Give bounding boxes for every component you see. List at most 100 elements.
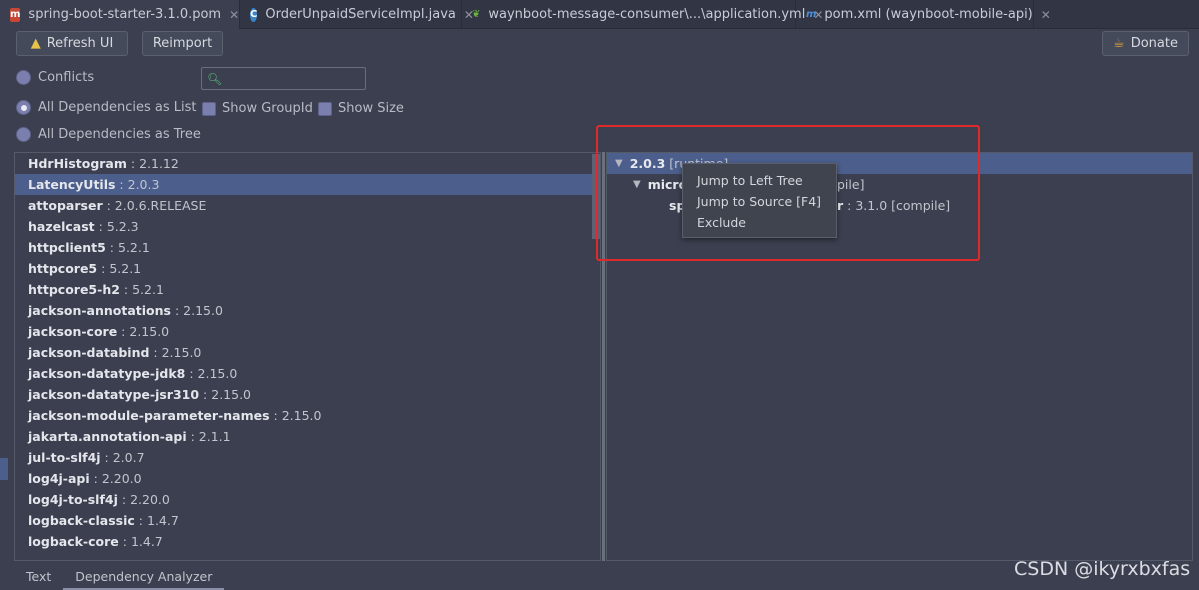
list-radio[interactable] [16,100,31,115]
separator: : [170,303,184,318]
dependency-row[interactable]: jackson-annotations : 2.15.0 [15,300,600,321]
list-option[interactable]: All Dependencies as List [16,100,197,115]
dependency-version: 2.15.0 [129,324,170,339]
dependency-version: 5.2.1 [132,282,164,297]
tree-option[interactable]: All Dependencies as Tree [16,127,201,142]
dependency-name: logback-classic [28,513,135,528]
dependency-version: 5.2.3 [106,219,139,234]
dependency-version: 2.0.6.RELEASE [114,198,207,213]
tab-label: pom.xml (waynboot-mobile-api) [824,7,1033,22]
dependency-row[interactable]: jackson-databind : 2.15.0 [15,342,600,363]
separator: : [117,324,130,339]
conflicts-label: Conflicts [38,70,95,85]
dependency-row[interactable]: jackson-datatype-jdk8 : 2.15.0 [15,363,600,384]
tab-text[interactable]: Text [14,566,63,590]
list-label: All Dependencies as List [38,100,197,115]
tab-spring-boot-starter-pom[interactable]: m spring-boot-starter-3.1.0.pom ✕ [0,0,240,29]
donate-button[interactable]: ☕ Donate [1102,31,1189,56]
separator: : [199,387,212,402]
separator: : [118,534,131,549]
separator: : [185,366,198,381]
dependency-name: HdrHistogram [28,156,127,171]
separator: : [269,408,282,423]
dependency-name: log4j-api [28,471,90,486]
search-icon: 🔍︎ [207,71,223,86]
dependency-version: 2.20.0 [130,492,170,507]
dependency-row[interactable]: httpcore5-h2 : 5.2.1 [15,279,600,300]
dependency-version: 2.0.3 [127,177,160,192]
dependency-version: 2.15.0 [183,303,223,318]
editor-tab-bar: m spring-boot-starter-3.1.0.pom ✕ C Orde… [0,0,1199,29]
separator: : [100,450,113,465]
dependency-name: jackson-annotations [28,303,171,318]
dependency-name: jakarta.annotation-api [28,429,187,444]
warning-icon: ▲ [30,36,41,51]
dependency-name: jackson-datatype-jsr310 [28,387,200,402]
tab-label: spring-boot-starter-3.1.0.pom [28,7,222,22]
tab-order-unpaid-service[interactable]: C OrderUnpaidServiceImpl.java ✕ [240,0,474,29]
dependency-name: logback-core [28,534,119,549]
show-size-checkbox[interactable] [318,101,332,116]
dependency-row[interactable]: jackson-module-parameter-names : 2.15.0 [15,405,600,426]
tab-label: OrderUnpaidServiceImpl.java [265,7,456,22]
separator: : [149,345,162,360]
dependency-row[interactable]: jul-to-slf4j : 2.0.7 [15,447,600,468]
dependency-name: log4j-to-slf4j [28,492,118,507]
dependency-row[interactable]: logback-classic : 1.4.7 [15,510,600,531]
dependency-row[interactable]: attoparser : 2.0.6.RELEASE [15,195,600,216]
show-size-option[interactable]: Show Size [318,101,404,116]
dependency-version: 2.20.0 [101,471,142,486]
dependency-row[interactable]: logback-core : 1.4.7 [15,531,600,552]
donate-label: Donate [1130,36,1178,51]
separator: : [105,240,118,255]
dependency-version: 2.15.0 [197,366,238,381]
dependency-name: jul-to-slf4j [28,450,101,465]
dependency-row[interactable]: jackson-core : 2.15.0 [15,321,600,342]
dependency-version: 2.1.12 [139,156,179,171]
dependency-row[interactable]: jackson-datatype-jsr310 : 2.15.0 [15,384,600,405]
show-groupid-checkbox[interactable] [202,101,216,116]
dependency-row[interactable]: httpcore5 : 5.2.1 [15,258,600,279]
reimport-button[interactable]: Reimport [142,31,223,56]
separator: : [89,471,102,486]
dependency-version: 5.2.1 [118,240,150,255]
dependency-name: httpclient5 [28,240,106,255]
close-icon[interactable]: ✕ [229,8,239,22]
dependency-row[interactable]: jakarta.annotation-api : 2.1.1 [15,426,600,447]
tab-label: waynboot-message-consumer\...\applicatio… [488,7,806,22]
tree-radio[interactable] [16,127,31,142]
dependency-name: jackson-module-parameter-names [28,408,270,423]
dependency-version: 1.4.7 [130,534,163,549]
refresh-ui-label: Refresh UI [46,36,114,51]
dependency-row[interactable]: log4j-api : 2.20.0 [15,468,600,489]
dependency-row[interactable]: log4j-to-slf4j : 2.20.0 [15,489,600,510]
tree-label: All Dependencies as Tree [38,127,201,142]
dependency-row[interactable]: LatencyUtils : 2.0.3 [15,174,592,195]
conflicts-radio[interactable] [16,70,31,85]
dependency-version: 5.2.1 [109,261,142,276]
java-class-icon: C [250,7,258,22]
maven-icon: m [10,7,21,22]
dependency-name: jackson-core [28,324,118,339]
dependency-row[interactable]: HdrHistogram : 2.1.12 [15,153,600,174]
dependency-version: 2.15.0 [211,387,252,402]
close-icon[interactable]: ✕ [1041,8,1051,22]
dependency-name: httpcore5-h2 [28,282,120,297]
dependency-row[interactable]: httpclient5 : 5.2.1 [15,237,600,258]
dependency-name: LatencyUtils [28,177,116,192]
dependency-version: 2.0.7 [112,450,145,465]
show-groupid-option[interactable]: Show GroupId [202,101,313,116]
conflicts-option[interactable]: Conflicts [16,70,94,85]
tab-application-yml[interactable]: ❦ waynboot-message-consumer\...\applicat… [462,0,823,29]
dependency-row[interactable]: hazelcast : 5.2.3 [15,216,600,237]
gutter-marker [0,458,8,480]
tab-pom-mobile-api[interactable]: m pom.xml (waynboot-mobile-api) ✕ [796,0,1051,29]
dependency-version: 1.4.7 [147,513,179,528]
search-input[interactable]: 🔍︎ [201,67,366,90]
separator: : [115,177,128,192]
refresh-ui-button[interactable]: ▲ Refresh UI [16,31,128,56]
separator: : [134,513,147,528]
dependency-name: jackson-databind [28,345,150,360]
highlight-annotation [596,125,980,261]
tab-dependency-analyzer[interactable]: Dependency Analyzer [63,566,225,590]
